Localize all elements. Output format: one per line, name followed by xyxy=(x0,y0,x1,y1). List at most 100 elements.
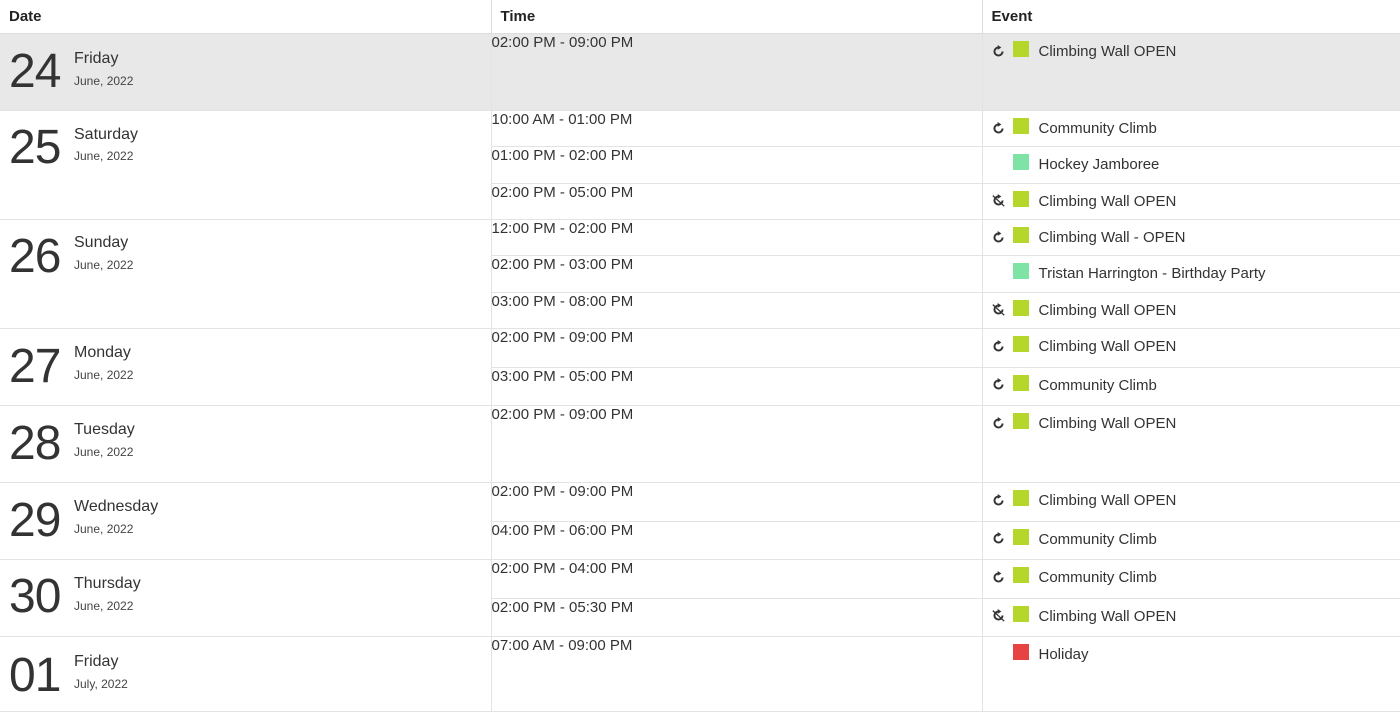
event-column-header[interactable]: Event xyxy=(982,0,1400,34)
recurring-icon xyxy=(992,44,1006,58)
date-block: 27 Monday June, 2022 xyxy=(0,329,491,405)
recurring-icon xyxy=(992,339,1006,353)
category-color-swatch xyxy=(1012,336,1029,352)
category-color-swatch xyxy=(1012,41,1029,57)
event-time: 04:00 PM - 06:00 PM xyxy=(491,521,983,560)
weekday-name: Friday xyxy=(74,50,119,67)
recurring-off-icon xyxy=(992,303,1006,317)
recurring-icon xyxy=(992,532,1006,546)
weekday-name: Tuesday xyxy=(74,421,135,438)
month-year: July, 2022 xyxy=(74,677,128,691)
event-cell[interactable]: Climbing Wall OPEN xyxy=(982,598,1400,637)
event-title-link[interactable]: Climbing Wall - OPEN xyxy=(1039,229,1186,246)
event-title-link[interactable]: Climbing Wall OPEN xyxy=(1039,338,1177,355)
event-title-link[interactable]: Community Climb xyxy=(1039,531,1157,548)
event-cell[interactable]: Climbing Wall - OPEN xyxy=(982,218,1400,257)
event-time: 02:00 PM - 09:00 PM xyxy=(491,33,983,111)
day-number: 28 xyxy=(9,417,61,470)
category-color-swatch xyxy=(1012,413,1029,429)
date-cell: 29 Wednesday June, 2022 xyxy=(0,482,492,560)
month-year: June, 2022 xyxy=(74,74,134,88)
month-year: June, 2022 xyxy=(74,149,134,163)
event-time: 02:00 PM - 09:00 PM xyxy=(491,482,983,522)
event-cell[interactable]: Climbing Wall OPEN xyxy=(982,33,1400,111)
agenda-row: 26 Sunday June, 2022 12:00 PM - 02:00 PM Cli… xyxy=(0,218,1400,329)
category-color-swatch xyxy=(1012,118,1029,134)
event-cell[interactable]: Community Climb xyxy=(982,521,1400,560)
recurring-icon xyxy=(992,416,1006,430)
time-column-header[interactable]: Time xyxy=(491,0,983,34)
event-cell[interactable]: Community Climb xyxy=(982,559,1400,599)
agenda-body: 24 Friday June, 2022 02:00 PM - 09:00 PM Cli… xyxy=(0,33,1400,712)
date-block: 28 Tuesday June, 2022 xyxy=(0,406,491,482)
event-time: 02:00 PM - 04:00 PM xyxy=(491,559,983,599)
event-time: 03:00 PM - 05:00 PM xyxy=(491,367,983,406)
event-title-link[interactable]: Community Climb xyxy=(1039,120,1157,137)
agenda-row: 28 Tuesday June, 2022 02:00 PM - 09:00 PM Cl… xyxy=(0,405,1400,483)
weekday-name: Friday xyxy=(74,653,119,670)
event-cell[interactable]: Climbing Wall OPEN xyxy=(982,292,1400,330)
date-cell: 28 Tuesday June, 2022 xyxy=(0,405,492,483)
weekday-name: Wednesday xyxy=(74,498,159,515)
agenda-row: 01 Friday July, 2022 07:00 AM - 09:00 PM Hol… xyxy=(0,636,1400,712)
day-number: 26 xyxy=(9,230,61,283)
category-color-swatch xyxy=(1012,190,1029,207)
category-color-swatch xyxy=(1012,605,1029,622)
event-title-link[interactable]: Climbing Wall OPEN xyxy=(1039,193,1177,210)
day-number: 25 xyxy=(9,121,61,174)
date-block: 30 Thursday June, 2022 xyxy=(0,560,491,636)
event-title-link[interactable]: Climbing Wall OPEN xyxy=(1039,415,1177,432)
event-title-link[interactable]: Climbing Wall OPEN xyxy=(1039,608,1177,625)
event-cell[interactable]: Community Climb xyxy=(982,367,1400,406)
event-title-link[interactable]: Climbing Wall OPEN xyxy=(1039,43,1177,60)
date-cell: 25 Saturday June, 2022 xyxy=(0,110,492,220)
event-cell[interactable]: Hockey Jamboree xyxy=(982,146,1400,184)
event-time: 02:00 PM - 03:00 PM xyxy=(491,255,983,293)
event-title-link[interactable]: Climbing Wall OPEN xyxy=(1039,302,1177,319)
event-cell[interactable]: Tristan Harrington - Birthday Party xyxy=(982,255,1400,293)
event-time: 02:00 PM - 05:00 PM xyxy=(491,183,983,221)
month-year: June, 2022 xyxy=(74,522,134,536)
category-color-swatch xyxy=(1012,528,1029,545)
event-cell[interactable]: Holiday xyxy=(982,636,1400,712)
category-color-swatch xyxy=(1012,374,1029,391)
recurring-icon xyxy=(992,121,1006,135)
header-row: Date Time Event xyxy=(0,0,1400,34)
event-title-link[interactable]: Tristan Harrington - Birthday Party xyxy=(1039,265,1266,282)
event-cell[interactable]: Climbing Wall OPEN xyxy=(982,482,1400,522)
agenda-row: 24 Friday June, 2022 02:00 PM - 09:00 PM Cli… xyxy=(0,33,1400,111)
category-color-swatch xyxy=(1012,154,1029,171)
event-time: 03:00 PM - 08:00 PM xyxy=(491,292,983,330)
event-title-link[interactable]: Community Climb xyxy=(1039,377,1157,394)
weekday-name: Saturday xyxy=(74,126,139,143)
weekday-name: Sunday xyxy=(74,234,129,251)
agenda-row: 29 Wednesday June, 2022 02:00 PM - 09:00 PM… xyxy=(0,482,1400,560)
agenda-row: 25 Saturday June, 2022 10:00 AM - 01:00 PM C… xyxy=(0,109,1400,220)
date-cell: 01 Friday July, 2022 xyxy=(0,636,492,712)
event-cell[interactable]: Climbing Wall OPEN xyxy=(982,183,1400,221)
date-column-header[interactable]: Date xyxy=(0,0,492,34)
agenda-table: Date Time Event 24 Friday June, 2022 02:00 … xyxy=(0,0,1400,712)
event-time: 02:00 PM - 09:00 PM xyxy=(491,328,983,368)
date-cell: 30 Thursday June, 2022 xyxy=(0,559,492,637)
category-color-swatch xyxy=(1012,299,1029,316)
event-title-link[interactable]: Climbing Wall OPEN xyxy=(1039,492,1177,509)
month-year: June, 2022 xyxy=(74,445,134,459)
weekday-name: Monday xyxy=(74,344,131,361)
category-color-swatch xyxy=(1012,263,1029,280)
agenda-row: 30 Thursday June, 2022 02:00 PM - 04:00 PM C… xyxy=(0,559,1400,637)
event-title-link[interactable]: Community Climb xyxy=(1039,569,1157,586)
event-title-link[interactable]: Holiday xyxy=(1039,646,1089,663)
event-time: 02:00 PM - 09:00 PM xyxy=(491,405,983,483)
day-number: 27 xyxy=(9,340,61,393)
category-color-swatch xyxy=(1012,644,1029,660)
date-cell: 24 Friday June, 2022 xyxy=(0,33,492,111)
category-color-swatch xyxy=(1012,567,1029,583)
weekday-name: Thursday xyxy=(74,575,141,592)
event-title-link[interactable]: Hockey Jamboree xyxy=(1039,156,1160,173)
event-cell[interactable]: Climbing Wall OPEN xyxy=(982,405,1400,483)
event-cell[interactable]: Climbing Wall OPEN xyxy=(982,328,1400,368)
event-cell[interactable]: Community Climb xyxy=(982,109,1400,148)
day-number: 24 xyxy=(9,45,61,98)
date-cell: 27 Monday June, 2022 xyxy=(0,328,492,406)
